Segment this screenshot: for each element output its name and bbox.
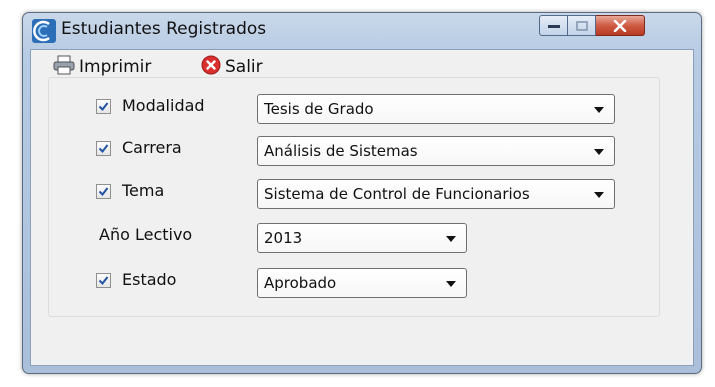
carrera-label: Carrera <box>122 138 182 157</box>
check-icon <box>98 276 109 286</box>
minimize-icon <box>547 24 560 28</box>
tema-value: Sistema de Control de Funcionarios <box>264 185 530 203</box>
check-icon <box>98 144 109 154</box>
exit-icon <box>201 55 221 79</box>
chevron-down-icon <box>594 107 604 113</box>
modalidad-checkbox[interactable] <box>96 99 111 114</box>
row-modalidad: Modalidad Tesis de Grado <box>49 94 659 124</box>
check-icon <box>98 187 109 197</box>
chevron-down-icon <box>446 236 456 242</box>
printer-icon <box>53 55 75 79</box>
estado-value: Aprobado <box>264 274 337 292</box>
window-title: Estudiantes Registrados <box>61 19 267 39</box>
tema-checkbox[interactable] <box>96 184 111 199</box>
row-tema: Tema Sistema de Control de Funcionarios <box>49 179 659 209</box>
carrera-checkbox[interactable] <box>96 141 111 156</box>
minimize-button[interactable] <box>539 15 568 36</box>
chevron-down-icon <box>594 149 604 155</box>
row-anio-lectivo: Año Lectivo 2013 <box>49 223 659 253</box>
check-icon <box>98 102 109 112</box>
estado-checkbox[interactable] <box>96 273 111 288</box>
print-label: Imprimir <box>79 57 152 77</box>
carrera-value: Análisis de Sistemas <box>264 142 418 160</box>
anio-lectivo-value: 2013 <box>264 229 303 247</box>
estado-select[interactable]: Aprobado <box>257 268 467 298</box>
chevron-down-icon <box>446 281 456 287</box>
estado-label: Estado <box>122 270 177 289</box>
close-button[interactable] <box>596 15 645 36</box>
tema-select[interactable]: Sistema de Control de Funcionarios <box>257 179 615 209</box>
maximize-icon <box>575 20 588 31</box>
filter-panel: Modalidad Tesis de Grado Carrera Análisi… <box>48 77 660 317</box>
maximize-button[interactable] <box>568 15 596 36</box>
row-carrera: Carrera Análisis de Sistemas <box>49 136 659 166</box>
anio-lectivo-select[interactable]: 2013 <box>257 223 467 253</box>
carrera-select[interactable]: Análisis de Sistemas <box>257 136 615 166</box>
row-estado: Estado Aprobado <box>49 268 659 298</box>
exit-label: Salir <box>225 57 263 77</box>
app-window: Estudiantes Registrados Imprimir Salir M… <box>22 12 702 374</box>
app-logo-icon <box>31 18 57 44</box>
tema-label: Tema <box>122 181 165 200</box>
modalidad-select[interactable]: Tesis de Grado <box>257 94 615 124</box>
close-icon <box>613 19 627 32</box>
chevron-down-icon <box>594 192 604 198</box>
title-bar[interactable]: Estudiantes Registrados <box>23 13 701 47</box>
modalidad-value: Tesis de Grado <box>264 100 374 118</box>
modalidad-label: Modalidad <box>122 96 205 115</box>
anio-lectivo-label: Año Lectivo <box>99 225 193 244</box>
